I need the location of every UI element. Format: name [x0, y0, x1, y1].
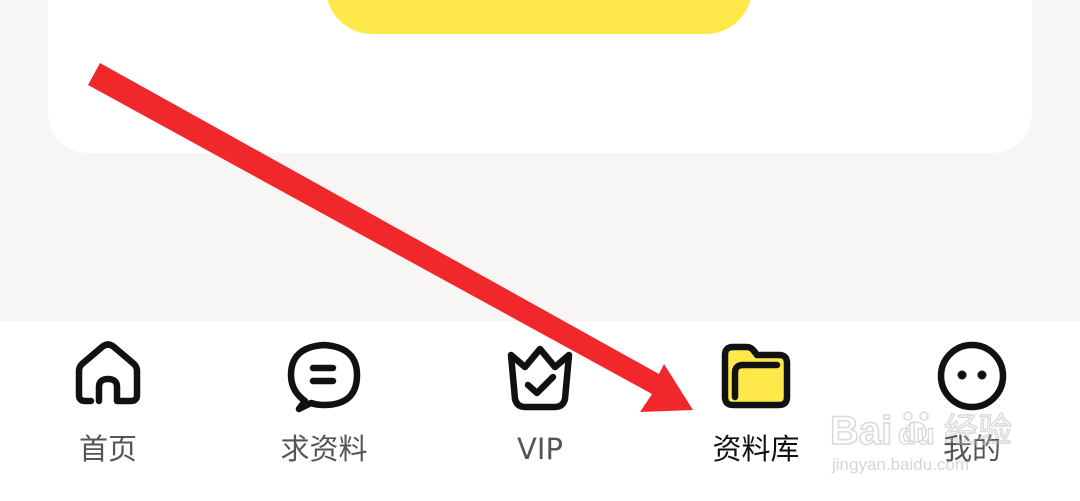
app-screen: 首页 求资料 VIP 资料库 我的 Bai du 经验 jingyan.baid… — [0, 0, 1080, 501]
tab-vip[interactable]: VIP — [432, 321, 648, 501]
home-icon — [71, 339, 145, 413]
tab-request-materials[interactable]: 求资料 — [216, 321, 432, 501]
tab-vip-label: VIP — [517, 432, 563, 466]
chat-bubble-icon — [287, 339, 361, 413]
tab-home-label: 首页 — [78, 432, 137, 466]
primary-action-button[interactable] — [326, 0, 752, 34]
content-card — [48, 0, 1032, 153]
tab-library-label: 资料库 — [712, 432, 800, 466]
bottom-tab-bar: 首页 求资料 VIP 资料库 我的 — [0, 321, 1080, 501]
smiley-face-icon — [935, 339, 1009, 413]
crown-check-icon — [503, 339, 577, 413]
folder-icon — [719, 339, 793, 413]
tab-mine-label: 我的 — [942, 432, 1001, 466]
tab-mine[interactable]: 我的 — [864, 321, 1080, 501]
tab-library[interactable]: 资料库 — [648, 321, 864, 501]
tab-home[interactable]: 首页 — [0, 321, 216, 501]
tab-request-materials-label: 求资料 — [280, 432, 368, 466]
